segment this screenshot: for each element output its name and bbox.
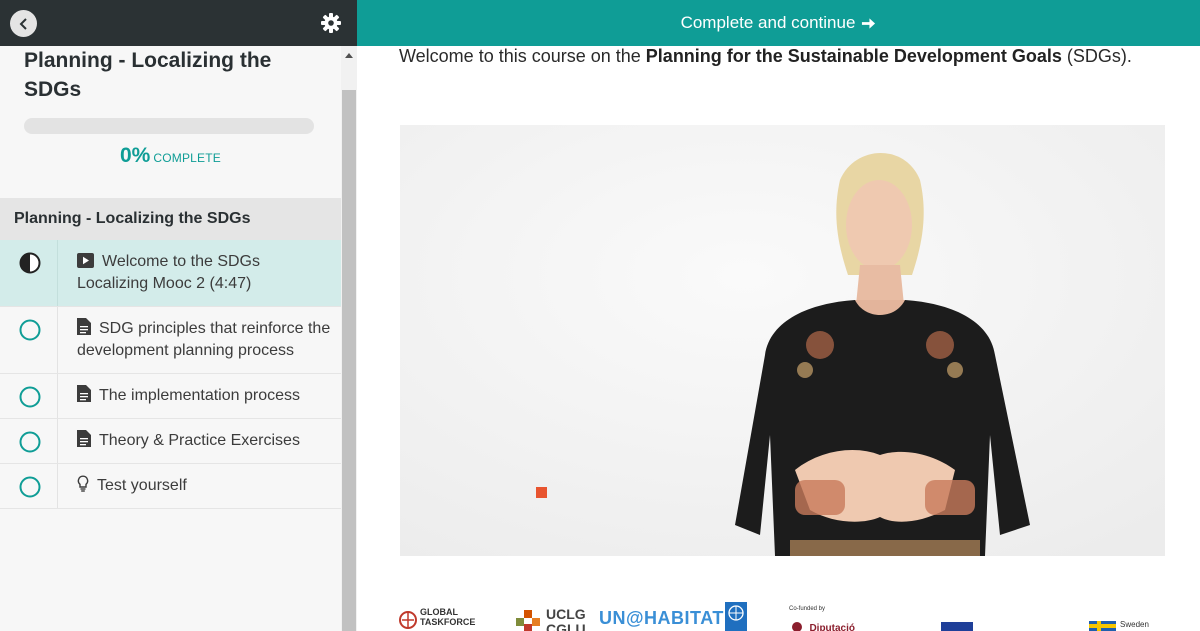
- sidebar-content: Planning - Localizing the SDGs 0% COMPLET…: [0, 46, 341, 631]
- intro-course-name: Planning for the Sustainable Development…: [645, 46, 1062, 66]
- progress-complete-label: COMPLETE: [153, 151, 221, 165]
- scroll-up-arrow[interactable]: [341, 46, 357, 66]
- course-sidebar: Planning - Localizing the SDGs 0% COMPLET…: [0, 46, 357, 631]
- progress-percent: 0%: [120, 144, 151, 167]
- intro-prefix: Welcome to this course on the: [399, 46, 646, 66]
- triangle-up-icon: [345, 53, 353, 58]
- half-circle-icon: [19, 252, 41, 274]
- course-progress-bar: [24, 118, 314, 134]
- lesson-link[interactable]: Theory & Practice Exercises: [77, 419, 341, 463]
- partner-logos: GLOBAL TASKFORCE UCLG CGLU UN@HABITAT Co…: [397, 602, 1197, 631]
- lesson-status-cell: [0, 419, 58, 463]
- diputacio-emblem: [792, 622, 802, 631]
- empty-circle-icon: [19, 386, 41, 408]
- video-frame: [400, 125, 1165, 556]
- empty-circle-icon: [19, 476, 41, 498]
- lesson-item[interactable]: SDG principles that reinforce the develo…: [0, 307, 341, 374]
- course-progress-text: 0% COMPLETE: [0, 144, 341, 168]
- lesson-list: Welcome to the SDGs Localizing Mooc 2 (4…: [0, 240, 341, 509]
- gtf-text-1: GLOBAL: [420, 607, 458, 617]
- co-funded-label: Co-funded by: [789, 606, 826, 612]
- complete-button-label: Complete and continue: [680, 13, 856, 32]
- lecture-content: Welcome to this course on the Planning f…: [357, 46, 1200, 631]
- empty-circle-icon: [19, 431, 41, 453]
- empty-circle-icon: [19, 319, 41, 341]
- lesson-title: Test yourself: [97, 477, 187, 494]
- complete-and-continue-button[interactable]: Complete and continue: [357, 0, 1200, 46]
- lesson-item[interactable]: Theory & Practice Exercises: [0, 419, 341, 464]
- arrow-right-icon: [862, 17, 876, 29]
- lesson-link[interactable]: Test yourself: [77, 464, 341, 508]
- chevron-left-icon: [19, 17, 27, 30]
- sidebar-scrollbar[interactable]: [341, 46, 357, 631]
- intro-text: Welcome to this course on the Planning f…: [399, 46, 1132, 67]
- lesson-title: Welcome to the SDGs Localizing Mooc 2 (4…: [77, 253, 260, 292]
- lesson-status-cell: [0, 464, 58, 508]
- video-icon: [77, 253, 94, 268]
- lesson-item[interactable]: Test yourself: [0, 464, 341, 509]
- section-title: Planning - Localizing the SDGs: [0, 198, 341, 240]
- lesson-link[interactable]: SDG principles that reinforce the develo…: [77, 307, 341, 373]
- lesson-link[interactable]: Welcome to the SDGs Localizing Mooc 2 (4…: [77, 240, 341, 306]
- lesson-item[interactable]: The implementation process: [0, 374, 341, 419]
- diputacio-text: Diputació: [809, 623, 856, 631]
- back-button[interactable]: [10, 10, 37, 37]
- document-icon: [77, 430, 91, 447]
- uclg-text: UCLG: [546, 606, 586, 622]
- uclg-logo: UCLG CGLU: [512, 606, 586, 631]
- diputacio-logo: Diputació: [792, 618, 862, 631]
- sidebar-header: [0, 0, 357, 46]
- lesson-title: The implementation process: [99, 387, 300, 404]
- lesson-status-cell: [0, 240, 58, 306]
- gtf-emblem: [399, 611, 417, 629]
- video-player[interactable]: [400, 125, 1165, 556]
- un-habitat-logo: UN@HABITAT: [599, 608, 724, 628]
- sweden-label: Sweden: [1120, 620, 1149, 629]
- gear-icon: [321, 13, 341, 33]
- scrollbar-thumb[interactable]: [342, 90, 356, 631]
- course-title: Planning - Localizing the SDGs: [24, 49, 272, 101]
- sweden-flag-cross-h: [1089, 624, 1116, 628]
- uclg-emblem: [516, 610, 540, 631]
- intro-suffix: (SDGs).: [1061, 46, 1132, 66]
- lightbulb-icon: [77, 475, 89, 492]
- document-icon: [77, 318, 91, 335]
- un-emblem-icon: [728, 605, 744, 621]
- settings-button[interactable]: [319, 11, 343, 35]
- lesson-status-cell: [0, 374, 58, 418]
- lesson-link[interactable]: The implementation process: [77, 374, 341, 418]
- sweden-flag: [1089, 621, 1116, 631]
- lesson-status-cell: [0, 307, 58, 373]
- main-header: Complete and continue: [357, 0, 1200, 46]
- document-icon: [77, 385, 91, 402]
- eu-flag: [941, 622, 973, 631]
- lesson-title: SDG principles that reinforce the develo…: [77, 320, 331, 359]
- cglu-text: CGLU: [546, 621, 586, 631]
- undp-logo: [725, 602, 747, 631]
- gtf-text-2: TASKFORCE: [420, 617, 476, 627]
- global-taskforce-logo: GLOBAL TASKFORCE: [399, 607, 489, 631]
- lesson-title: Theory & Practice Exercises: [99, 432, 300, 449]
- lesson-item[interactable]: Welcome to the SDGs Localizing Mooc 2 (4…: [0, 240, 341, 307]
